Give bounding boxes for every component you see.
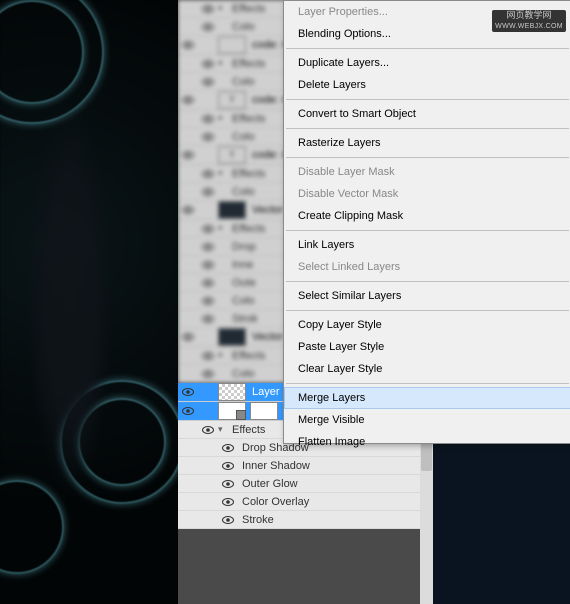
effect-name: Outer Glow xyxy=(238,478,433,490)
effect-row[interactable]: Inner Shadow xyxy=(178,457,433,475)
layer-thumbnail[interactable] xyxy=(218,201,246,219)
layer-mask-thumbnail[interactable] xyxy=(250,402,278,420)
effects-toggle-icon[interactable]: ▾ xyxy=(218,168,228,179)
visibility-icon[interactable] xyxy=(198,243,218,251)
editor-background xyxy=(433,443,570,604)
watermark-text-1: 网页教学网 xyxy=(492,10,566,21)
effects-toggle-icon[interactable]: ▾ xyxy=(218,58,228,69)
menu-item-disable-vector-mask: Disable Vector Mask xyxy=(284,183,570,205)
menu-separator xyxy=(286,48,569,49)
menu-separator xyxy=(286,157,569,158)
smart-object-thumbnail[interactable] xyxy=(218,402,246,420)
visibility-icon[interactable] xyxy=(218,498,238,506)
visibility-icon[interactable] xyxy=(198,5,218,13)
menu-item-disable-layer-mask: Disable Layer Mask xyxy=(284,161,570,183)
visibility-icon[interactable] xyxy=(198,170,218,178)
menu-separator xyxy=(286,383,569,384)
menu-item-clear-layer-style[interactable]: Clear Layer Style xyxy=(284,358,570,380)
effects-toggle-icon[interactable]: ▾ xyxy=(218,350,228,361)
effect-row[interactable]: Outer Glow xyxy=(178,475,433,493)
visibility-icon[interactable] xyxy=(198,188,218,196)
visibility-icon[interactable] xyxy=(198,279,218,287)
visibility-icon[interactable] xyxy=(198,370,218,378)
visibility-icon[interactable] xyxy=(178,407,198,415)
layer-thumbnail[interactable] xyxy=(218,36,246,54)
menu-item-copy-layer-style[interactable]: Copy Layer Style xyxy=(284,314,570,336)
visibility-icon[interactable] xyxy=(198,133,218,141)
menu-item-convert-to-smart-object[interactable]: Convert to Smart Object xyxy=(284,103,570,125)
visibility-icon[interactable] xyxy=(178,333,198,341)
menu-item-flatten-image[interactable]: Flatten Image xyxy=(284,431,570,453)
visibility-icon[interactable] xyxy=(178,388,198,396)
visibility-icon[interactable] xyxy=(198,225,218,233)
menu-separator xyxy=(286,310,569,311)
menu-item-link-layers[interactable]: Link Layers xyxy=(284,234,570,256)
visibility-icon[interactable] xyxy=(198,78,218,86)
menu-item-duplicate-layers[interactable]: Duplicate Layers... xyxy=(284,52,570,74)
visibility-icon[interactable] xyxy=(178,206,198,214)
menu-separator xyxy=(286,230,569,231)
layer-thumbnail[interactable] xyxy=(218,328,246,346)
effects-toggle-icon[interactable]: ▾ xyxy=(218,424,228,435)
visibility-icon[interactable] xyxy=(178,96,198,104)
menu-item-paste-layer-style[interactable]: Paste Layer Style xyxy=(284,336,570,358)
menu-separator xyxy=(286,128,569,129)
visibility-icon[interactable] xyxy=(198,261,218,269)
effect-row[interactable]: Color Overlay xyxy=(178,493,433,511)
visibility-icon[interactable] xyxy=(198,115,218,123)
visibility-icon[interactable] xyxy=(218,480,238,488)
visibility-icon[interactable] xyxy=(198,352,218,360)
watermark-text-2: WWW.WEBJX.COM xyxy=(492,21,566,32)
menu-separator xyxy=(286,281,569,282)
menu-item-select-linked-layers: Select Linked Layers xyxy=(284,256,570,278)
menu-item-rasterize-layers[interactable]: Rasterize Layers xyxy=(284,132,570,154)
menu-item-create-clipping-mask[interactable]: Create Clipping Mask xyxy=(284,205,570,227)
layers-scrollbar[interactable] xyxy=(420,443,433,604)
menu-item-merge-visible[interactable]: Merge Visible xyxy=(284,409,570,431)
visibility-icon[interactable] xyxy=(198,23,218,31)
layer-context-menu: Layer Properties...Blending Options...Du… xyxy=(283,0,570,444)
visibility-icon[interactable] xyxy=(178,151,198,159)
effect-name: Inner Shadow xyxy=(238,460,433,472)
visibility-icon[interactable] xyxy=(198,315,218,323)
effects-toggle-icon[interactable]: ▾ xyxy=(218,113,228,124)
layer-thumbnail[interactable]: T xyxy=(218,146,246,164)
effect-name: Color Overlay xyxy=(238,496,433,508)
menu-item-select-similar-layers[interactable]: Select Similar Layers xyxy=(284,285,570,307)
visibility-icon[interactable] xyxy=(218,516,238,524)
effect-row[interactable]: Stroke xyxy=(178,511,433,529)
visibility-icon[interactable] xyxy=(198,297,218,305)
menu-item-merge-layers[interactable]: Merge Layers xyxy=(284,387,570,409)
menu-separator xyxy=(286,99,569,100)
effects-toggle-icon[interactable]: ▾ xyxy=(218,223,228,234)
menu-item-delete-layers[interactable]: Delete Layers xyxy=(284,74,570,96)
watermark: 网页教学网 WWW.WEBJX.COM xyxy=(492,10,566,32)
layer-thumbnail[interactable] xyxy=(218,383,246,401)
effects-toggle-icon[interactable]: ▾ xyxy=(218,3,228,14)
visibility-icon[interactable] xyxy=(178,41,198,49)
layer-thumbnail[interactable]: T xyxy=(218,91,246,109)
document-canvas xyxy=(0,0,178,604)
visibility-icon[interactable] xyxy=(198,426,218,434)
visibility-icon[interactable] xyxy=(218,444,238,452)
effect-name: Stroke xyxy=(238,514,433,526)
visibility-icon[interactable] xyxy=(198,60,218,68)
visibility-icon[interactable] xyxy=(218,462,238,470)
